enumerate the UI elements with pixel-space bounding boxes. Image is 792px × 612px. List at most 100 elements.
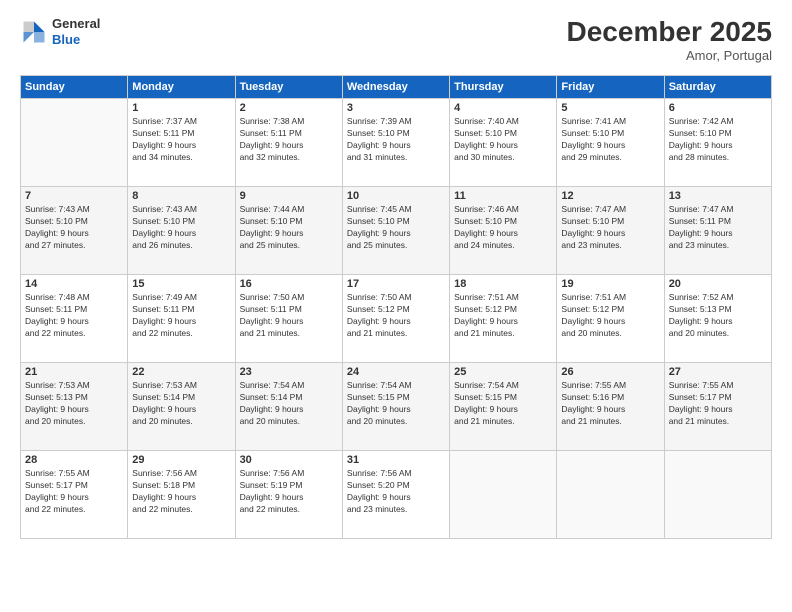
title-block: December 2025 Amor, Portugal [567, 16, 772, 63]
day-number: 8 [132, 190, 230, 202]
day-number: 27 [669, 366, 767, 378]
day-number: 20 [669, 278, 767, 290]
table-row: 31Sunrise: 7:56 AM Sunset: 5:20 PM Dayli… [342, 451, 449, 539]
table-row: 4Sunrise: 7:40 AM Sunset: 5:10 PM Daylig… [450, 99, 557, 187]
day-number: 15 [132, 278, 230, 290]
table-row: 15Sunrise: 7:49 AM Sunset: 5:11 PM Dayli… [128, 275, 235, 363]
logo-icon [20, 18, 48, 46]
day-number: 18 [454, 278, 552, 290]
table-row: 5 Sunrise: 7:41 AM Sunset: 5:10 PM Daylig… [557, 99, 664, 187]
day-number: 30 [240, 454, 338, 466]
table-row [21, 99, 128, 187]
day-info: Sunrise: 7:47 AM Sunset: 5:10 PM Dayligh… [561, 204, 659, 252]
month-title: December 2025 [567, 16, 772, 48]
table-row: 19 Sunrise: 7:51 AM Sunset: 5:12 PM Dayli… [557, 275, 664, 363]
day-number: 2 [240, 102, 338, 114]
day-info: Sunrise: 7:53 AM Sunset: 5:13 PM Dayligh… [25, 380, 123, 428]
day-info: Sunrise: 7:41 AM Sunset: 5:10 PM Dayligh… [561, 116, 659, 164]
table-row: 28 Sunrise: 7:55 AM Sunset: 5:17 PM Dayli… [21, 451, 128, 539]
col-sunday: Sunday [21, 76, 128, 99]
table-row: 10 Sunrise: 7:45 AM Sunset: 5:10 PM Dayli… [342, 187, 449, 275]
day-number: 19 [561, 278, 659, 290]
logo-text: General Blue [52, 16, 100, 47]
day-info: Sunrise: 7:51 AM Sunset: 5:12 PM Dayligh… [454, 292, 552, 340]
day-number: 25 [454, 366, 552, 378]
table-row: 27Sunrise: 7:55 AM Sunset: 5:17 PM Dayli… [664, 363, 771, 451]
day-info: Sunrise: 7:38 AM Sunset: 5:11 PM Dayligh… [240, 116, 338, 164]
day-info: Sunrise: 7:56 AM Sunset: 5:18 PM Dayligh… [132, 468, 230, 516]
day-info: Sunrise: 7:55 AM Sunset: 5:17 PM Dayligh… [25, 468, 123, 516]
day-info: Sunrise: 7:48 AM Sunset: 5:11 PM Dayligh… [25, 292, 123, 340]
day-number: 7 [25, 190, 123, 202]
col-wednesday: Wednesday [342, 76, 449, 99]
logo-blue-text: Blue [52, 32, 100, 48]
header-row: Sunday Monday Tuesday Wednesday Thursday… [21, 76, 772, 99]
logo: General Blue [20, 16, 100, 47]
table-row: 3 Sunrise: 7:39 AM Sunset: 5:10 PM Daylig… [342, 99, 449, 187]
page: General Blue December 2025 Amor, Portuga… [0, 0, 792, 612]
day-number: 10 [347, 190, 445, 202]
day-number: 13 [669, 190, 767, 202]
calendar-week-row: 14 Sunrise: 7:48 AM Sunset: 5:11 PM Dayli… [21, 275, 772, 363]
day-number: 6 [669, 102, 767, 114]
table-row: 13 Sunrise: 7:47 AM Sunset: 5:11 PM Dayli… [664, 187, 771, 275]
day-info: Sunrise: 7:45 AM Sunset: 5:10 PM Dayligh… [347, 204, 445, 252]
table-row: 8Sunrise: 7:43 AM Sunset: 5:10 PM Daylig… [128, 187, 235, 275]
table-row: 16Sunrise: 7:50 AM Sunset: 5:11 PM Dayli… [235, 275, 342, 363]
day-number: 23 [240, 366, 338, 378]
day-number: 4 [454, 102, 552, 114]
calendar-week-row: 28 Sunrise: 7:55 AM Sunset: 5:17 PM Dayli… [21, 451, 772, 539]
day-info: Sunrise: 7:51 AM Sunset: 5:12 PM Dayligh… [561, 292, 659, 340]
day-info: Sunrise: 7:39 AM Sunset: 5:10 PM Dayligh… [347, 116, 445, 164]
table-row: 22 Sunrise: 7:53 AM Sunset: 5:14 PM Dayli… [128, 363, 235, 451]
table-row: 26 Sunrise: 7:55 AM Sunset: 5:16 PM Dayli… [557, 363, 664, 451]
table-row: 14 Sunrise: 7:48 AM Sunset: 5:11 PM Dayli… [21, 275, 128, 363]
col-tuesday: Tuesday [235, 76, 342, 99]
table-row: 6 Sunrise: 7:42 AM Sunset: 5:10 PM Daylig… [664, 99, 771, 187]
table-row: 18 Sunrise: 7:51 AM Sunset: 5:12 PM Dayli… [450, 275, 557, 363]
table-row [450, 451, 557, 539]
day-number: 12 [561, 190, 659, 202]
table-row [557, 451, 664, 539]
logo-general-text: General [52, 16, 100, 32]
day-number: 3 [347, 102, 445, 114]
day-number: 14 [25, 278, 123, 290]
day-info: Sunrise: 7:54 AM Sunset: 5:15 PM Dayligh… [347, 380, 445, 428]
day-info: Sunrise: 7:47 AM Sunset: 5:11 PM Dayligh… [669, 204, 767, 252]
table-row: 11Sunrise: 7:46 AM Sunset: 5:10 PM Dayli… [450, 187, 557, 275]
day-number: 29 [132, 454, 230, 466]
day-number: 28 [25, 454, 123, 466]
day-number: 26 [561, 366, 659, 378]
table-row: 29 Sunrise: 7:56 AM Sunset: 5:18 PM Dayli… [128, 451, 235, 539]
table-row: 1Sunrise: 7:37 AM Sunset: 5:11 PM Daylig… [128, 99, 235, 187]
day-number: 24 [347, 366, 445, 378]
day-info: Sunrise: 7:43 AM Sunset: 5:10 PM Dayligh… [25, 204, 123, 252]
day-info: Sunrise: 7:56 AM Sunset: 5:19 PM Dayligh… [240, 468, 338, 516]
day-info: Sunrise: 7:44 AM Sunset: 5:10 PM Dayligh… [240, 204, 338, 252]
col-saturday: Saturday [664, 76, 771, 99]
table-row: 17Sunrise: 7:50 AM Sunset: 5:12 PM Dayli… [342, 275, 449, 363]
table-row: 12 Sunrise: 7:47 AM Sunset: 5:10 PM Dayli… [557, 187, 664, 275]
table-row: 7 Sunrise: 7:43 AM Sunset: 5:10 PM Daylig… [21, 187, 128, 275]
day-info: Sunrise: 7:42 AM Sunset: 5:10 PM Dayligh… [669, 116, 767, 164]
calendar-week-row: 21Sunrise: 7:53 AM Sunset: 5:13 PM Dayli… [21, 363, 772, 451]
day-info: Sunrise: 7:52 AM Sunset: 5:13 PM Dayligh… [669, 292, 767, 340]
table-row: 25 Sunrise: 7:54 AM Sunset: 5:15 PM Dayli… [450, 363, 557, 451]
day-number: 9 [240, 190, 338, 202]
day-number: 5 [561, 102, 659, 114]
day-number: 1 [132, 102, 230, 114]
table-row: 9 Sunrise: 7:44 AM Sunset: 5:10 PM Daylig… [235, 187, 342, 275]
table-row: 30 Sunrise: 7:56 AM Sunset: 5:19 PM Dayli… [235, 451, 342, 539]
day-info: Sunrise: 7:56 AM Sunset: 5:20 PM Dayligh… [347, 468, 445, 516]
day-info: Sunrise: 7:46 AM Sunset: 5:10 PM Dayligh… [454, 204, 552, 252]
day-info: Sunrise: 7:54 AM Sunset: 5:15 PM Dayligh… [454, 380, 552, 428]
col-friday: Friday [557, 76, 664, 99]
table-row: 2 Sunrise: 7:38 AM Sunset: 5:11 PM Daylig… [235, 99, 342, 187]
location: Amor, Portugal [567, 48, 772, 63]
day-info: Sunrise: 7:50 AM Sunset: 5:11 PM Dayligh… [240, 292, 338, 340]
day-number: 22 [132, 366, 230, 378]
day-info: Sunrise: 7:53 AM Sunset: 5:14 PM Dayligh… [132, 380, 230, 428]
table-row: 20 Sunrise: 7:52 AM Sunset: 5:13 PM Dayli… [664, 275, 771, 363]
day-info: Sunrise: 7:55 AM Sunset: 5:16 PM Dayligh… [561, 380, 659, 428]
day-info: Sunrise: 7:54 AM Sunset: 5:14 PM Dayligh… [240, 380, 338, 428]
